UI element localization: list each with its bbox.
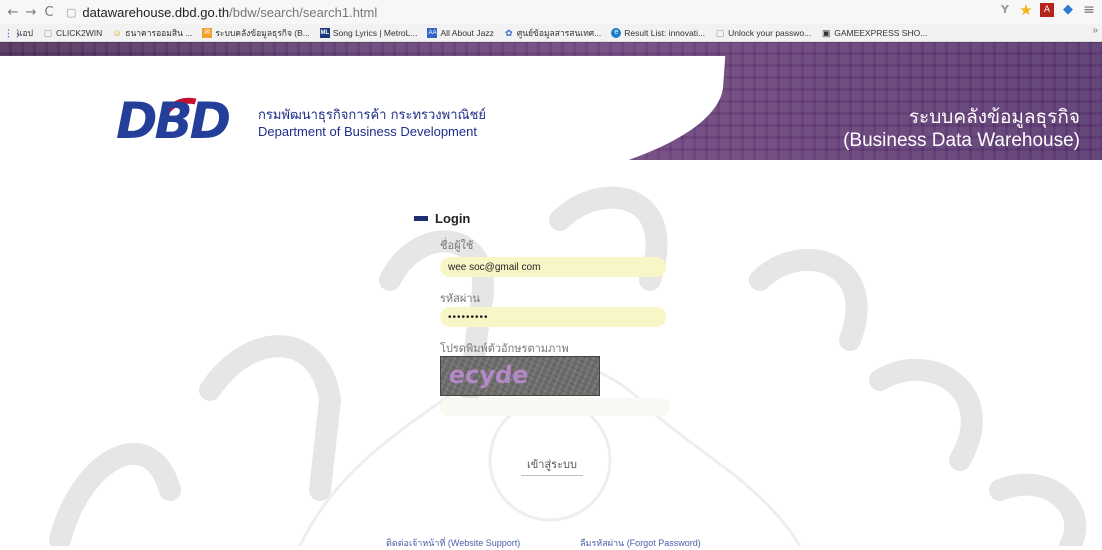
- address-bar: ← → C ▢ datawarehouse.dbd.go.th/bdw/sear…: [0, 0, 1102, 24]
- password-label: รหัสผ่าน: [440, 292, 481, 305]
- system-name-en: (Business Data Warehouse): [843, 130, 1080, 151]
- flower-icon: ✿: [505, 27, 513, 38]
- watermark-glyph: [749, 249, 868, 351]
- bookmark-unlock[interactable]: ▢ Unlock your passwo...: [715, 28, 811, 38]
- smiley-icon: ☺: [112, 27, 122, 38]
- metrolyrics-icon: ML: [319, 27, 330, 38]
- gamepad-icon: ▣: [821, 27, 831, 38]
- forgot-password-link[interactable]: ลืมรหัสผ่าน (Forgot Password): [580, 536, 701, 550]
- globe-icon: e: [611, 27, 622, 38]
- username-input[interactable]: [440, 257, 666, 277]
- watermark-glyph: [869, 359, 983, 471]
- mail-icon: ✉: [202, 27, 213, 38]
- bookmark-label: Unlock your passwo...: [728, 27, 812, 38]
- bookmark-label: All About Jazz: [440, 27, 494, 38]
- bookmark-label: ธนาคารออมสิน ...: [125, 27, 193, 38]
- username-label: ชื่อผู้ใช้: [440, 239, 474, 252]
- page-icon: ▢: [66, 5, 77, 19]
- logo-text: DBD: [116, 92, 231, 150]
- website-support-link[interactable]: ติดต่อเจ้าหน้าที่ (Website Support): [386, 536, 520, 550]
- heading-bullet-icon: [414, 216, 428, 221]
- bookmark-apps[interactable]: ⋮⋮ แอป: [4, 26, 33, 40]
- diamond-extension-icon[interactable]: ◆: [1061, 3, 1075, 17]
- bookmark-gameexpress[interactable]: ▣ GAMEEXPRESS SHO...: [821, 28, 927, 38]
- bookmark-label: ศูนย์ข้อมูลสารสนเทศ...: [516, 27, 602, 38]
- bookmark-gsb[interactable]: ☺ ธนาคารออมสิน ...: [112, 26, 193, 40]
- bookmark-click2win[interactable]: ▢ CLICK2WIN: [43, 27, 103, 38]
- menu-icon[interactable]: ≡: [1082, 3, 1096, 17]
- dbd-logo[interactable]: DBD: [116, 86, 242, 160]
- org-name-en: Department of Business Development: [258, 124, 477, 139]
- jazz-icon: AA: [427, 27, 438, 38]
- bookmark-result-list[interactable]: e Result List: innovati...: [611, 27, 706, 38]
- bookmark-label: Song Lyrics | MetroL...: [332, 27, 418, 38]
- bookmark-songlyrics[interactable]: ML Song Lyrics | MetroL...: [319, 27, 418, 38]
- bookmark-allaboutjazz[interactable]: AA All About Jazz: [427, 27, 494, 38]
- bookmark-label: แอป: [17, 27, 33, 38]
- login-button[interactable]: เข้าสู่ระบบ: [521, 452, 583, 476]
- apps-icon: ⋮⋮: [4, 27, 22, 38]
- captcha-input[interactable]: [440, 398, 670, 416]
- bookmark-label: ระบบคลังข้อมูลธุรกิจ (B...: [215, 27, 310, 38]
- site-banner: DBD กรมพัฒนาธุรกิจการค้า กระทรวงพาณิชย์ …: [0, 42, 1102, 160]
- forward-icon[interactable]: →: [22, 3, 40, 21]
- bookmark-star-icon[interactable]: ★: [1019, 3, 1033, 18]
- watermark-glyph: [199, 335, 342, 501]
- org-name-th: กรมพัฒนาธุรกิจการค้า กระทรวงพาณิชย์: [258, 108, 487, 123]
- extension-icons: Y ★ A ◆ ≡: [998, 3, 1096, 18]
- reload-icon[interactable]: C: [40, 3, 58, 21]
- system-name-th: ระบบคลังข้อมูลธุรกิจ: [908, 106, 1080, 128]
- bookmark-label: Result List: innovati...: [624, 27, 706, 38]
- page-icon: ▢: [715, 27, 725, 38]
- captcha-text: ecyde: [447, 361, 531, 389]
- bookmarks-bar: ⋮⋮ แอป ▢ CLICK2WIN ☺ ธนาคารออมสิน ... ✉ ระบบ…: [0, 24, 1102, 42]
- page-icon: ▢: [43, 27, 53, 38]
- y-extension-icon[interactable]: Y: [998, 3, 1012, 17]
- login-heading: Login: [414, 211, 470, 226]
- bookmark-label: GAMEEXPRESS SHO...: [834, 27, 928, 38]
- back-icon[interactable]: ←: [4, 3, 22, 21]
- url-host: datawarehouse.dbd.go.th: [82, 4, 230, 20]
- more-bookmarks-icon[interactable]: »: [1092, 25, 1098, 36]
- url-path: /bdw/search/search1.html: [229, 4, 378, 20]
- captcha-image: ecyde: [440, 356, 600, 396]
- pdf-extension-icon[interactable]: A: [1040, 3, 1054, 17]
- password-input[interactable]: [440, 307, 666, 327]
- captcha-label: โปรดพิมพ์ตัวอักษรตามภาพ: [440, 342, 569, 355]
- bookmark-info-center[interactable]: ✿ ศูนย์ข้อมูลสารสนเทศ...: [504, 26, 601, 40]
- bookmark-bdw[interactable]: ✉ ระบบคลังข้อมูลธุรกิจ (B...: [202, 26, 310, 40]
- url-field[interactable]: datawarehouse.dbd.go.th/bdw/search/searc…: [82, 5, 377, 20]
- footer-links: ติดต่อเจ้าหน้าที่ (Website Support) ลืมร…: [0, 528, 1102, 548]
- bookmark-label: CLICK2WIN: [55, 27, 103, 38]
- login-title: Login: [435, 211, 471, 226]
